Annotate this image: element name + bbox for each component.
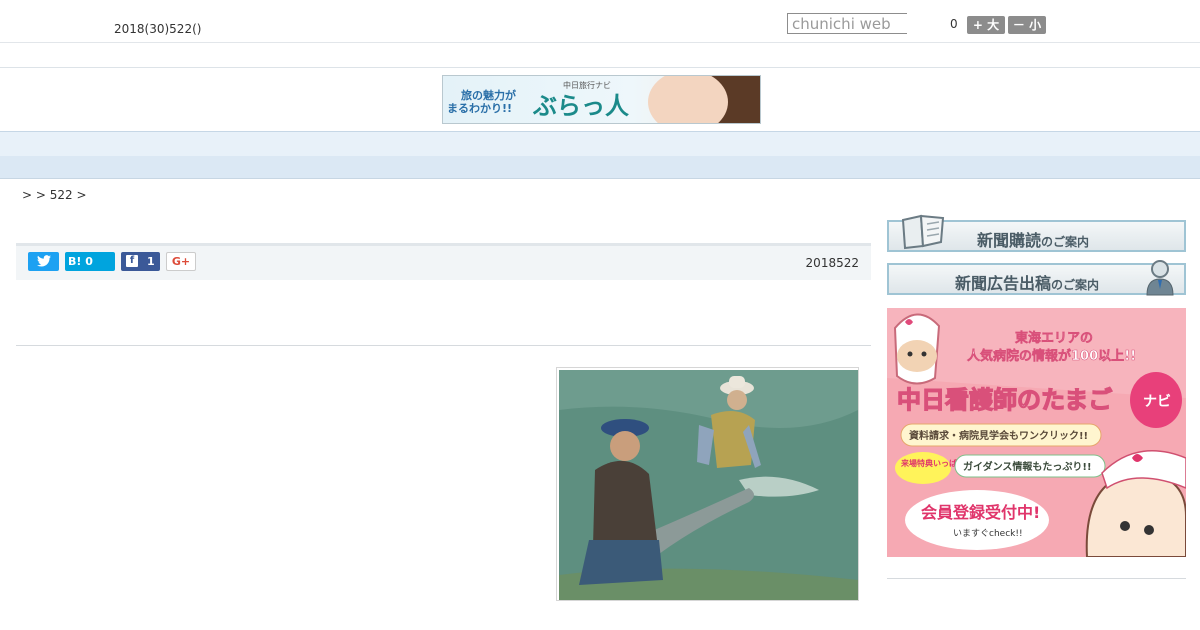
subscription-label: 新聞購読のご案内 — [977, 231, 1090, 250]
font-size-decrease-button[interactable]: － 小 — [1008, 16, 1046, 34]
breadcrumb[interactable]: > > 522 > — [22, 188, 87, 202]
article-date: 2018522 — [805, 256, 859, 270]
advertising-label: 新聞広告出稿のご案内 — [955, 274, 1100, 293]
ad-bubble-sub: いますぐcheck!! — [953, 528, 1023, 539]
ad-pill-2: ガイダンス情報もたっぷり!! — [963, 460, 1092, 473]
nav-item-1[interactable] — [149, 132, 229, 156]
facebook-share-count: 1 — [147, 255, 155, 268]
header-sub-bar — [0, 43, 1200, 68]
banner-title: ぶらっ人 — [533, 91, 629, 120]
newspaper-subscription-button[interactable]: 新聞購読のご案内 — [887, 214, 1186, 252]
ad-pill-1: 資料請求・病院見学会もワンクリック!! — [909, 429, 1088, 442]
content-divider — [16, 345, 871, 346]
nav-item-4[interactable] — [389, 132, 469, 156]
ad-title: 中日看護師のたまご — [897, 386, 1112, 414]
sidebar-divider — [887, 578, 1186, 579]
banner-face-shape — [648, 76, 728, 123]
ad-line-1: 東海エリアの — [1015, 330, 1093, 346]
newspaper-advertising-button[interactable]: 新聞広告出稿のご案内 — [887, 260, 1186, 296]
businessperson-icon — [1146, 260, 1174, 296]
nav-item-5[interactable] — [469, 132, 549, 156]
hatena-bookmark-button[interactable]: B! 0 — [65, 252, 115, 271]
travel-navi-banner[interactable]: 旅の魅力が まるわかり!! 中日旅行ナビ ぶらっ人 — [442, 75, 761, 124]
nav-item-2[interactable] — [229, 132, 309, 156]
facebook-icon: f — [126, 255, 138, 267]
facebook-share-button[interactable]: f 1 — [121, 252, 160, 271]
article-photo-frame — [556, 367, 859, 601]
article-photo — [559, 370, 858, 600]
nav-item-3[interactable] — [309, 132, 389, 156]
book-icon — [901, 214, 945, 250]
main-nav — [0, 131, 1200, 157]
search-input[interactable] — [787, 13, 907, 34]
river-photo-illustration — [559, 370, 858, 600]
share-bar: B! 0 f 1 G+ 2018522 — [16, 243, 871, 280]
current-date: 2018(30)522() — [114, 22, 202, 36]
ad-navi-label: ナビ — [1143, 394, 1171, 410]
ad-bubble-main: 会員登録受付中! — [921, 503, 1040, 522]
font-size-value: 0 — [950, 17, 958, 31]
nav-item-9[interactable] — [789, 132, 869, 156]
sub-nav-bar — [0, 156, 1200, 179]
nav-item-8[interactable] — [709, 132, 789, 156]
twitter-icon — [36, 255, 51, 267]
google-plus-share-button[interactable]: G+ — [166, 252, 196, 271]
banner-tagline-2: まるわかり!! — [447, 102, 513, 115]
nurse-ad-graphic: 東海エリアの 人気病院の情報が100以上!! 中日看護師のたまご ナビ 資料請求… — [887, 308, 1186, 557]
font-size-increase-button[interactable]: + 大 — [967, 16, 1005, 34]
ad-line-2: 人気病院の情報が100以上!! — [967, 348, 1136, 364]
twitter-share-button[interactable] — [28, 252, 59, 271]
nav-item-6[interactable] — [549, 132, 629, 156]
nav-item-7[interactable] — [629, 132, 709, 156]
nurse-navi-ad[interactable]: 東海エリアの 人気病院の情報が100以上!! 中日看護師のたまご ナビ 資料請求… — [887, 308, 1186, 557]
